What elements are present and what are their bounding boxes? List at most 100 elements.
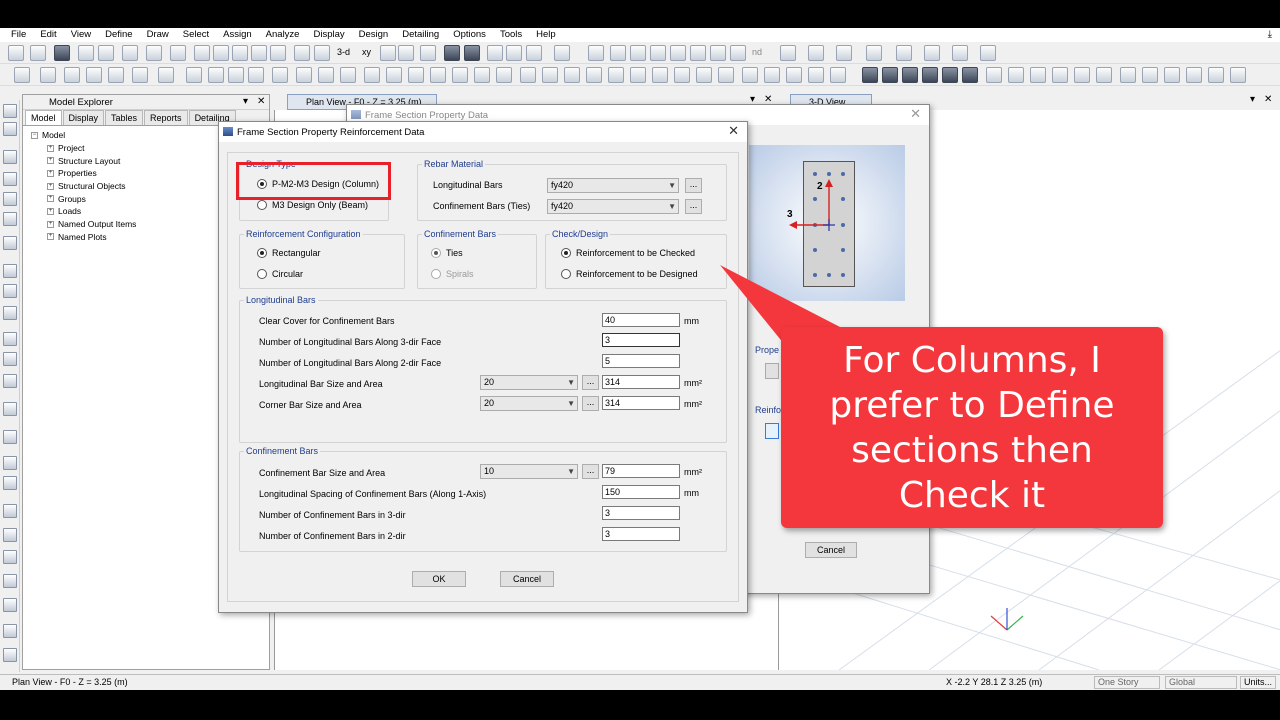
paste-icon[interactable] [228,67,244,83]
snap-end-icon[interactable] [386,67,402,83]
zoom-fit-icon[interactable] [251,45,267,61]
zoom-window-icon[interactable] [194,45,210,61]
expand-icon[interactable]: + [47,182,54,190]
spring-icon[interactable] [710,45,726,61]
tree-item-groups[interactable]: + Groups [31,192,136,205]
wall-icon[interactable] [564,67,580,83]
snap-int-icon[interactable] [430,67,446,83]
reshape-icon[interactable] [3,122,17,136]
story-selector[interactable]: One Story [1094,676,1160,689]
corner-bar-browse-button[interactable]: ... [582,396,599,411]
expand-icon[interactable]: + [47,233,54,241]
menu-edit[interactable]: Edit [33,28,63,42]
rotate-obj-icon[interactable] [340,67,356,83]
zoom-in-icon[interactable] [213,45,229,61]
tree-item-structure-layout[interactable]: + Structure Layout [31,154,136,167]
radio-button[interactable] [257,269,267,279]
draw-wall-icon[interactable] [158,67,174,83]
view-3d-button[interactable]: 3-d [337,47,350,57]
design-concrete-icon[interactable] [902,67,918,83]
radio-circular[interactable]: Circular [257,269,303,279]
undo-icon[interactable] [78,45,94,61]
draw-brace-side-icon[interactable] [3,212,17,226]
snap-line-icon[interactable] [474,67,490,83]
tree-item-structural-objects[interactable]: + Structural Objects [31,180,136,193]
print-drawing-icon[interactable] [1230,67,1246,83]
menu-file[interactable]: File [4,28,33,42]
tab-model[interactable]: Model [25,110,62,125]
bars-3dir-input[interactable]: 3 [602,333,680,347]
design-wall-icon[interactable] [962,67,978,83]
draw-panel-icon[interactable] [3,374,17,388]
slab-icon[interactable] [608,67,624,83]
close-icon[interactable]: ✕ [910,107,921,121]
view-xy-button[interactable]: xy [362,47,371,57]
draw-spring-icon[interactable] [3,476,17,490]
download-icon[interactable]: ⤓ [1268,29,1272,40]
design-steel-icon[interactable] [882,67,898,83]
open-icon[interactable] [30,45,46,61]
radio-reinforcement-designed[interactable]: Reinforcement to be Designed [561,269,698,279]
close-icon[interactable]: ✕ [728,124,739,138]
radio-spirals[interactable]: Spirals [431,269,474,279]
expand-icon[interactable]: + [47,220,54,228]
snap-side-icon[interactable] [3,574,17,588]
close-icon[interactable]: ✕ [257,95,265,109]
confinement-size-browse-button[interactable]: ... [582,464,599,479]
menu-display[interactable]: Display [306,28,351,42]
draw-grid-icon[interactable] [3,430,17,444]
node-icon[interactable] [3,648,17,662]
design-joist-icon[interactable] [942,67,958,83]
pen-icon[interactable] [122,45,138,61]
confinement-2dir-input[interactable]: 3 [602,527,680,541]
confinement-area-input[interactable]: 79 [602,464,680,478]
draw-column-icon[interactable] [132,67,148,83]
radio-button[interactable] [257,200,267,210]
pin-icon[interactable]: ▾ [1250,94,1255,105]
set-display-icon[interactable] [588,45,604,61]
move-up-icon[interactable] [444,45,460,61]
run-icon[interactable] [170,45,186,61]
collapse-icon[interactable]: − [31,131,38,139]
bars-2dir-input[interactable]: 5 [602,354,680,368]
design-detail-icon[interactable] [1096,67,1112,83]
tree-item-project[interactable]: + Project [31,142,136,155]
sheet-icon[interactable] [1142,67,1158,83]
zoom-out-icon[interactable] [232,45,248,61]
confinement-material-browse-button[interactable]: ... [685,199,702,214]
deck-icon[interactable] [630,67,646,83]
clear-cover-input[interactable]: 40 [602,313,680,327]
design-overwrite-icon[interactable] [1030,67,1046,83]
modify-rebar-button[interactable] [765,423,779,439]
draw-wall-side-icon[interactable] [3,332,17,346]
menu-view[interactable]: View [64,28,98,42]
delete-icon[interactable] [248,67,264,83]
section-cut-icon[interactable] [786,67,802,83]
snap-point-icon[interactable] [364,67,380,83]
radio-beam-design[interactable]: M3 Design Only (Beam) [257,200,368,210]
menu-tools[interactable]: Tools [493,28,529,42]
perspective-icon[interactable] [420,45,436,61]
ok-button[interactable]: OK [412,571,466,587]
save-icon[interactable] [54,45,70,61]
tree-item-properties[interactable]: + Properties [31,167,136,180]
rebar-icon[interactable] [718,67,734,83]
edit-table-icon[interactable] [630,45,646,61]
expand-icon[interactable]: + [47,169,54,177]
area-icon[interactable] [520,67,536,83]
window-icon[interactable] [980,45,996,61]
measure-icon[interactable] [3,598,17,612]
draw-rect-icon[interactable] [3,264,17,278]
move-down-icon[interactable] [464,45,480,61]
design-frame-icon[interactable] [862,67,878,83]
tree-item-model[interactable]: − Model [31,129,136,142]
corner-area-input[interactable]: 314 [602,396,680,410]
snap-mid-icon[interactable] [408,67,424,83]
schedule-icon[interactable] [1164,67,1180,83]
copy-icon[interactable] [208,67,224,83]
link-icon[interactable] [674,67,690,83]
floor-icon[interactable] [542,67,558,83]
paint-icon[interactable] [952,45,968,61]
menu-design[interactable]: Design [352,28,396,42]
move-icon[interactable] [296,67,312,83]
